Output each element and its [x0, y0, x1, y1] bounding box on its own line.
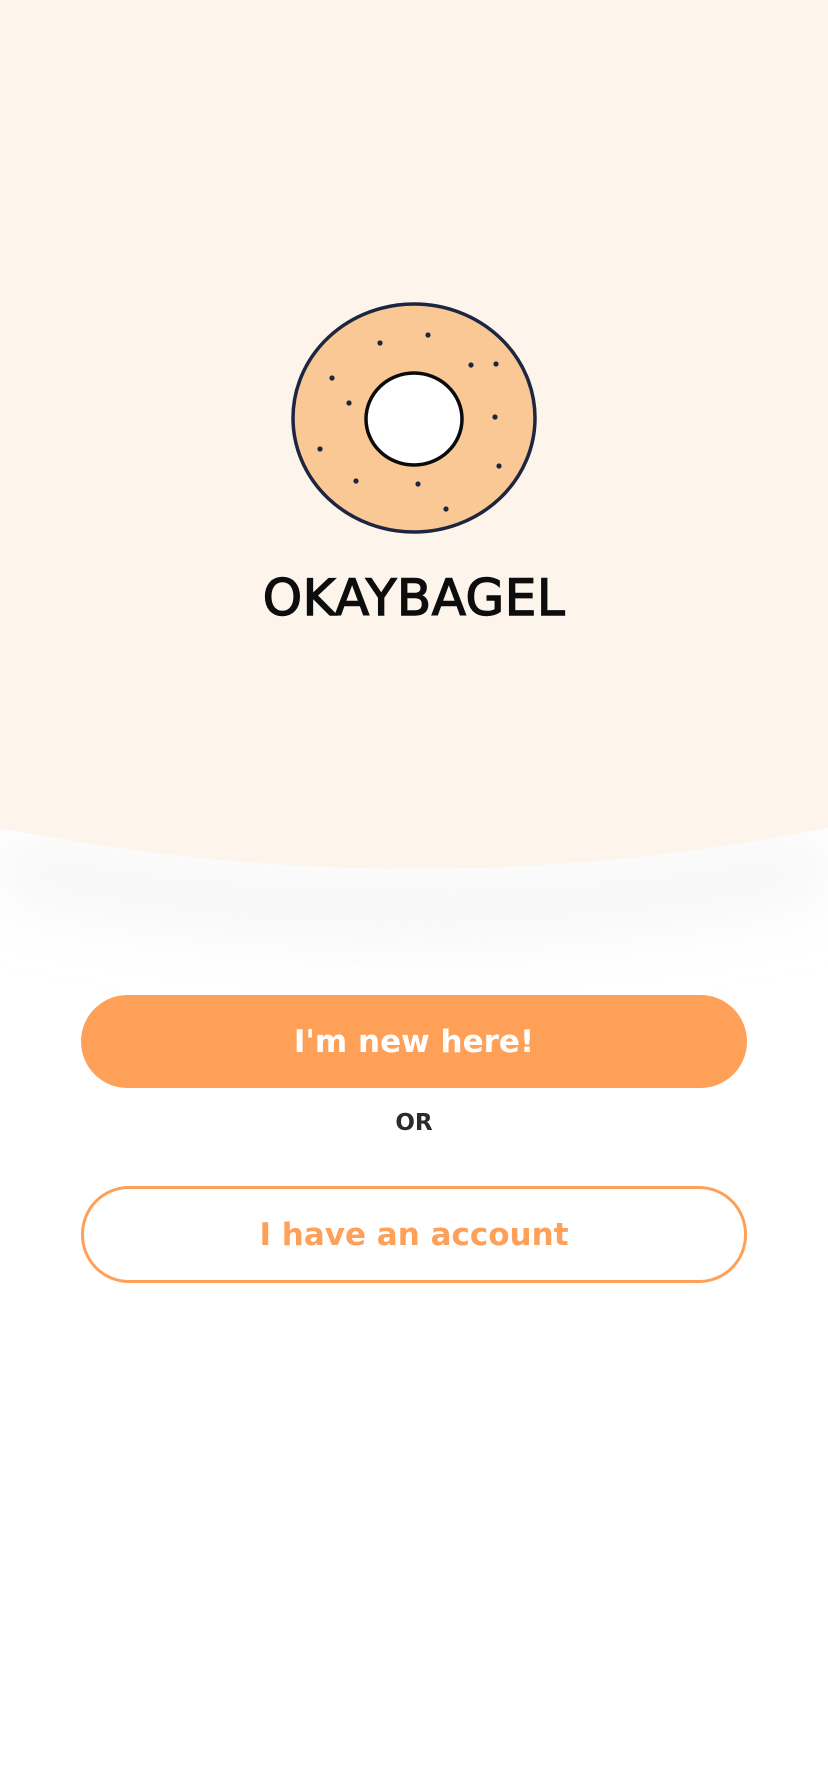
existing-account-button-label: I have an account — [259, 1216, 569, 1253]
hero-background — [0, 0, 828, 1792]
new-user-button[interactable]: I'm new here! — [81, 995, 747, 1088]
bagel-icon — [290, 300, 540, 540]
or-separator: OR — [395, 1110, 433, 1136]
brand-wordmark: OKAYBAGEL — [262, 568, 566, 627]
existing-account-button[interactable]: I have an account — [81, 1186, 747, 1283]
welcome-screen: OKAYBAGEL I'm new here! OR I have an acc… — [0, 0, 828, 1792]
new-user-button-label: I'm new here! — [293, 1023, 535, 1060]
